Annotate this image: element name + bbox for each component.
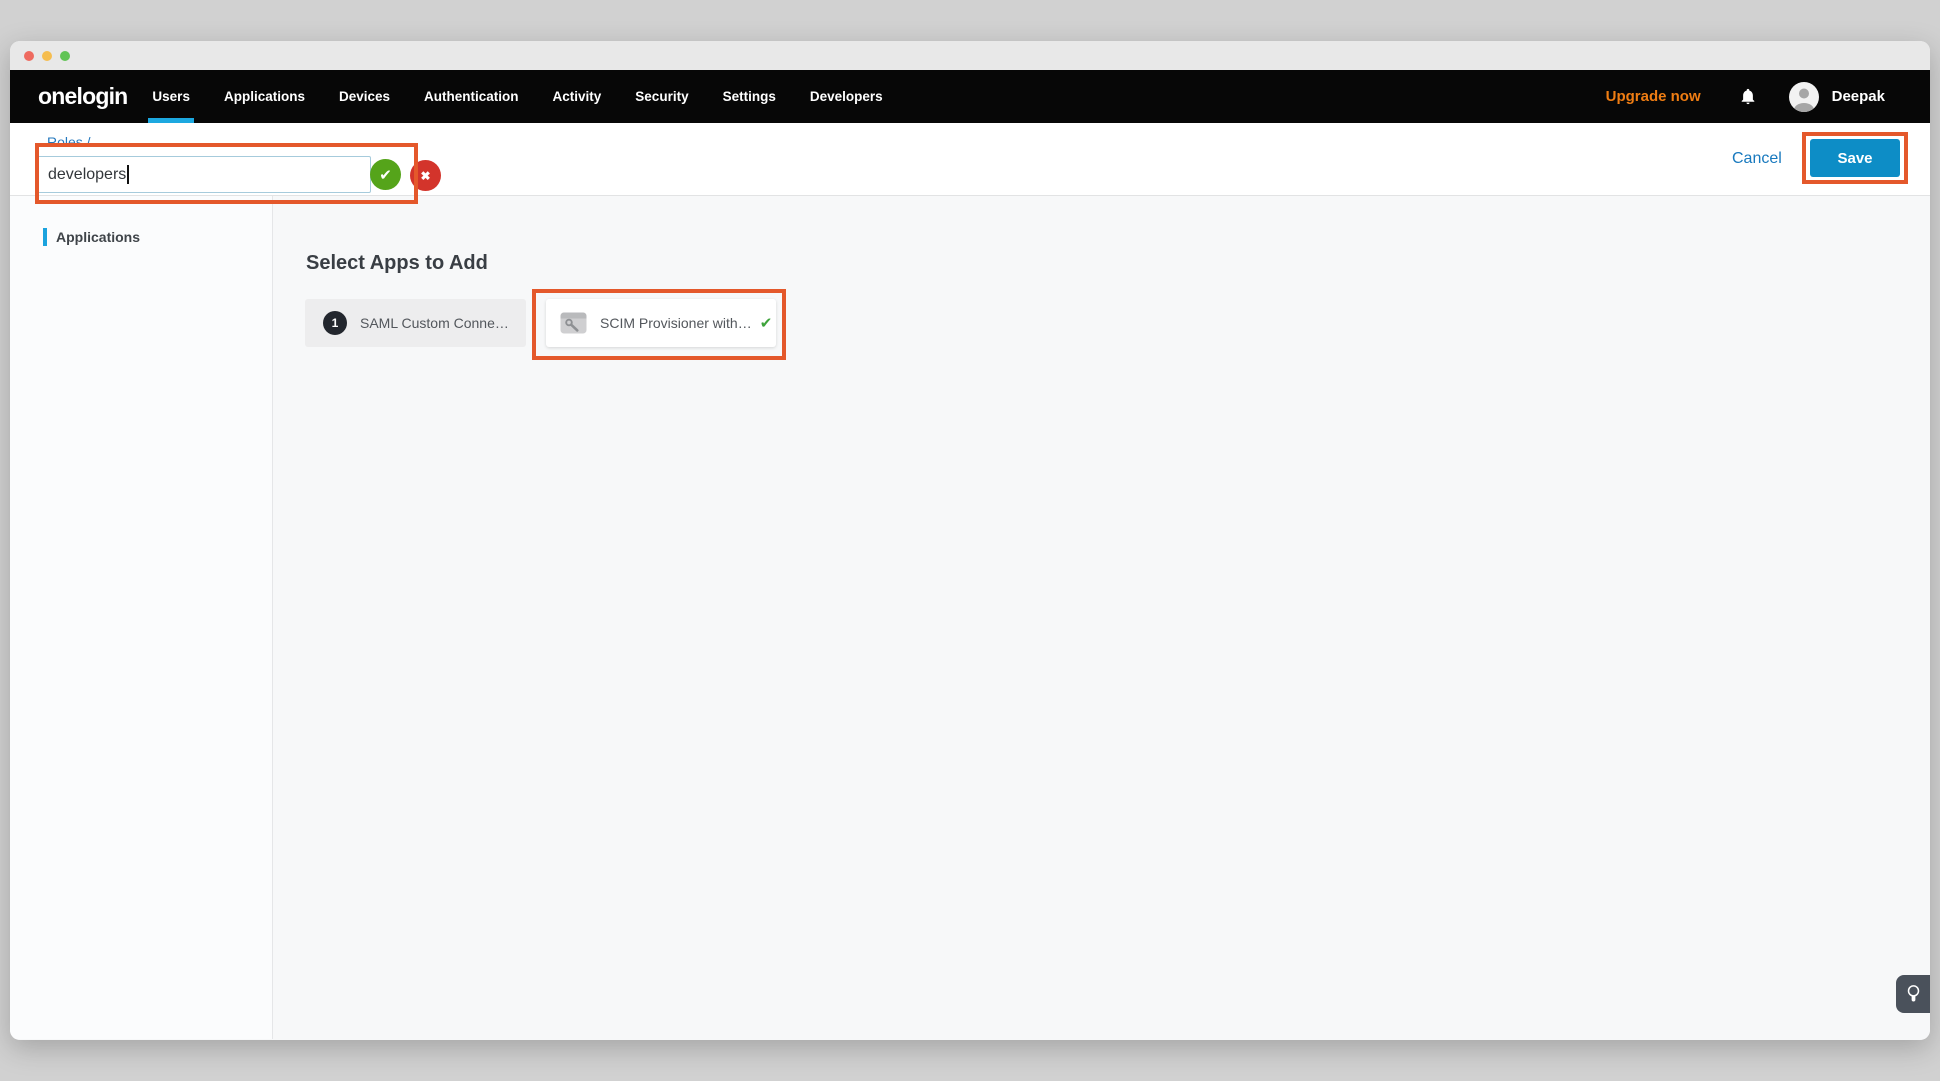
nav-item-developers[interactable]: Developers [793, 70, 900, 123]
primary-nav: Users Applications Devices Authenticatio… [135, 70, 899, 123]
app-card-label: SCIM Provisioner with… [600, 315, 752, 331]
close-button[interactable] [24, 51, 34, 61]
nav-item-authentication[interactable]: Authentication [407, 70, 536, 123]
app-card-label: SAML Custom Conne… [360, 315, 509, 331]
upgrade-now-link[interactable]: Upgrade now [1606, 88, 1701, 105]
minimize-button[interactable] [42, 51, 52, 61]
notifications-bell-icon[interactable] [1739, 87, 1757, 106]
onelogin-logo: onelogin [38, 83, 127, 110]
user-name[interactable]: Deepak [1832, 88, 1885, 105]
main-panel: Select Apps to Add 1 SAML Custom Conne… … [273, 196, 1930, 1039]
discard-name-button[interactable]: ✖ [410, 160, 441, 191]
content-area: Applications Select Apps to Add 1 SAML C… [10, 196, 1930, 1039]
selected-check-icon: ✔ [760, 314, 773, 332]
sidebar: Applications [10, 196, 273, 1039]
cancel-button[interactable]: Cancel [1732, 150, 1782, 168]
save-button[interactable]: Save [1810, 139, 1900, 177]
nav-item-activity[interactable]: Activity [536, 70, 619, 123]
section-heading: Select Apps to Add [306, 252, 488, 275]
top-navbar: onelogin Users Applications Devices Auth… [10, 70, 1930, 123]
x-icon: ✖ [420, 169, 430, 183]
app-window: onelogin Users Applications Devices Auth… [10, 41, 1930, 1040]
role-edit-toolbar: Roles / developers ✔ ✖ Cancel Save [10, 123, 1930, 196]
role-name-value: developers [48, 166, 126, 184]
nav-item-security[interactable]: Security [618, 70, 705, 123]
app-card-saml[interactable]: 1 SAML Custom Conne… [305, 299, 526, 347]
scim-connector-icon [560, 312, 587, 334]
nav-item-users[interactable]: Users [135, 70, 207, 123]
navbar-right: Upgrade now Deepak [1606, 70, 1885, 123]
nav-item-settings[interactable]: Settings [706, 70, 793, 123]
app-card-scim[interactable]: SCIM Provisioner with… ✔ [546, 299, 776, 347]
confirm-name-button[interactable]: ✔ [370, 159, 401, 190]
nav-item-applications[interactable]: Applications [207, 70, 322, 123]
check-icon: ✔ [379, 166, 392, 184]
nav-item-devices[interactable]: Devices [322, 70, 407, 123]
sidebar-item-applications[interactable]: Applications [10, 225, 272, 249]
avatar[interactable] [1789, 82, 1819, 112]
zoom-button[interactable] [60, 51, 70, 61]
help-lightbulb-button[interactable] [1896, 975, 1930, 1013]
window-titlebar [10, 41, 1930, 70]
sidebar-item-label: Applications [56, 229, 140, 245]
role-name-input[interactable]: developers [36, 156, 371, 193]
active-indicator [43, 228, 47, 246]
breadcrumb[interactable]: Roles / [47, 134, 91, 150]
text-caret [127, 165, 129, 184]
rank-badge: 1 [323, 311, 347, 335]
